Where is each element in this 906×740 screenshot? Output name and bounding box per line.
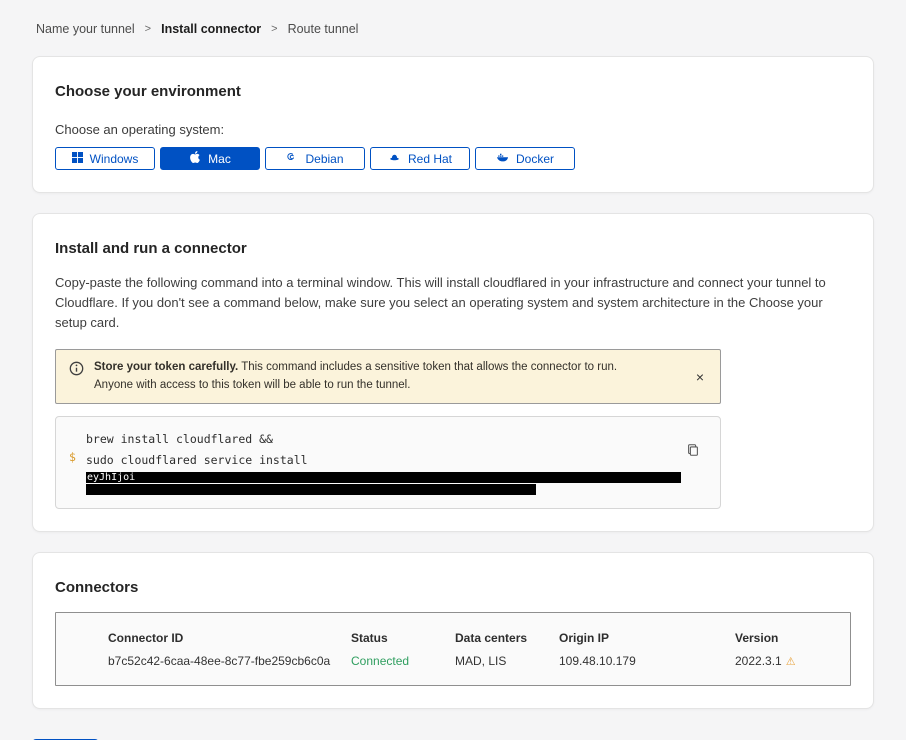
origin-ip-value: 109.48.10.179 <box>559 654 735 668</box>
token-prefix-text: eyJhIjoi <box>86 472 135 483</box>
token-warning-bold: Store your token carefully. <box>94 361 238 373</box>
close-icon[interactable]: × <box>692 368 708 386</box>
version-value: 2022.3.1 ⚠ <box>735 654 850 668</box>
data-centers-value: MAD, LIS <box>455 654 559 668</box>
terminal-prompt: $ <box>69 450 76 464</box>
status-badge: Connected <box>351 654 455 668</box>
install-description: Copy-paste the following command into a … <box>55 273 850 333</box>
connectors-table: Connector ID Status Data centers Origin … <box>55 612 851 686</box>
os-button-label: Debian <box>305 152 343 166</box>
page: Name your tunnel > Install connector > R… <box>0 0 906 740</box>
code-line-1: brew install cloudflared && <box>86 429 680 450</box>
install-card: Install and run a connector Copy-paste t… <box>32 213 874 532</box>
os-button-label: Mac <box>208 152 231 166</box>
col-header-version: Version <box>735 631 850 645</box>
environment-card: Choose your environment Choose an operat… <box>32 56 874 193</box>
os-button-label: Red Hat <box>408 152 452 166</box>
windows-icon <box>72 152 83 166</box>
version-number: 2022.3.1 <box>735 654 782 668</box>
os-button-redhat[interactable]: Red Hat <box>370 147 470 170</box>
os-button-windows[interactable]: Windows <box>55 147 155 170</box>
environment-card-title: Choose your environment <box>55 83 851 100</box>
info-icon <box>69 361 84 381</box>
redacted-token-bar: eyJhIjoi <box>86 472 681 483</box>
os-button-group: Windows Mac Debian <box>55 147 851 170</box>
breadcrumb-separator: > <box>145 23 151 35</box>
redhat-icon <box>388 151 401 167</box>
os-select-label: Choose an operating system: <box>55 122 851 137</box>
table-row: b7c52c42-6caa-48ee-8c77-fbe259cb6c0a Con… <box>108 654 850 668</box>
os-button-mac[interactable]: Mac <box>160 147 260 170</box>
os-button-label: Windows <box>90 152 139 166</box>
docker-icon <box>496 151 509 167</box>
col-header-origin-ip: Origin IP <box>559 631 735 645</box>
connectors-card-title: Connectors <box>55 579 851 596</box>
breadcrumb-step-route-tunnel[interactable]: Route tunnel <box>288 22 359 36</box>
token-warning-text: Store your token carefully. This command… <box>94 359 654 394</box>
debian-icon <box>286 151 298 166</box>
breadcrumb-step-install-connector[interactable]: Install connector <box>161 22 261 36</box>
os-button-debian[interactable]: Debian <box>265 147 365 170</box>
breadcrumb-step-name-your-tunnel[interactable]: Name your tunnel <box>36 22 135 36</box>
install-command-codeblock: $ brew install cloudflared && sudo cloud… <box>55 416 721 509</box>
breadcrumb-separator: > <box>271 23 277 35</box>
redacted-token-bar <box>86 484 536 495</box>
col-header-data-centers: Data centers <box>455 631 559 645</box>
os-button-label: Docker <box>516 152 554 166</box>
os-button-docker[interactable]: Docker <box>475 147 575 170</box>
breadcrumb: Name your tunnel > Install connector > R… <box>0 0 906 36</box>
apple-icon <box>189 151 201 166</box>
token-warning-alert: Store your token carefully. This command… <box>55 349 721 404</box>
code-line-2: sudo cloudflared service install <box>86 450 680 471</box>
install-card-title: Install and run a connector <box>55 240 851 257</box>
connectors-card: Connectors Connector ID Status Data cent… <box>32 552 874 709</box>
connectors-table-header: Connector ID Status Data centers Origin … <box>108 631 850 645</box>
copy-icon[interactable] <box>686 443 700 460</box>
col-header-connector-id: Connector ID <box>108 631 351 645</box>
col-header-status: Status <box>351 631 455 645</box>
connector-id-value: b7c52c42-6caa-48ee-8c77-fbe259cb6c0a <box>108 654 351 668</box>
warning-icon: ⚠ <box>786 656 796 668</box>
